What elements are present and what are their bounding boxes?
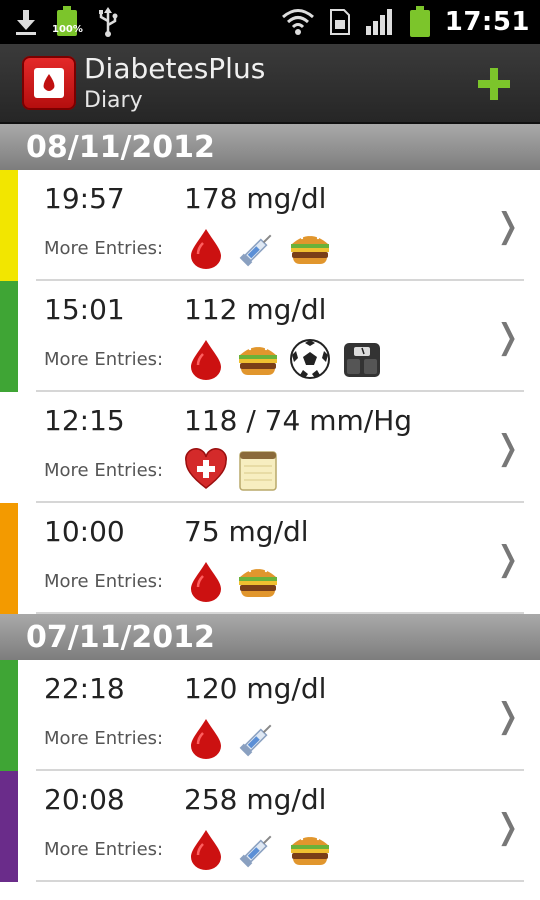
scale-icon xyxy=(340,337,384,381)
entry-value: 178 mg/dl xyxy=(184,182,327,215)
entry-type-icons xyxy=(184,448,280,492)
entry-time: 15:01 xyxy=(44,293,125,326)
syringe-icon xyxy=(236,827,280,871)
status-color-stripe xyxy=(0,170,18,281)
clock: 17:51 xyxy=(444,7,530,37)
more-entries-label: More Entries: xyxy=(44,571,164,592)
soccer-ball-icon xyxy=(288,337,332,381)
usb-icon xyxy=(99,7,118,37)
blood-drop-icon xyxy=(184,226,228,270)
more-entries-label: More Entries: xyxy=(44,839,164,860)
blood-drop-icon xyxy=(184,716,228,760)
diary-list[interactable]: 08/11/2012 19:57 178 mg/dl More Entries: ❭ 15… xyxy=(0,124,540,882)
chevron-right-icon[interactable]: ❭ xyxy=(494,206,523,246)
entry-type-icons xyxy=(184,226,332,270)
status-color-stripe xyxy=(0,660,18,771)
sim-icon xyxy=(329,9,350,35)
more-entries-label: More Entries: xyxy=(44,238,164,259)
diary-entry-row[interactable]: 12:15 118 / 74 mm/Hg More Entries: ❭ xyxy=(0,392,540,503)
burger-icon xyxy=(236,559,280,603)
syringe-icon xyxy=(236,226,280,270)
burger-icon xyxy=(236,337,280,381)
action-bar: DiabetesPlus Diary xyxy=(0,44,540,124)
diary-entry-row[interactable]: 15:01 112 mg/dl More Entries: ❭ xyxy=(0,281,540,392)
burger-icon xyxy=(288,226,332,270)
entry-time: 22:18 xyxy=(44,672,125,705)
chevron-right-icon[interactable]: ❭ xyxy=(494,807,523,847)
download-icon xyxy=(16,10,36,35)
heart-icon xyxy=(184,448,228,492)
chevron-right-icon[interactable]: ❭ xyxy=(494,539,523,579)
chevron-right-icon[interactable]: ❭ xyxy=(494,428,523,468)
entry-value: 120 mg/dl xyxy=(184,672,327,705)
status-color-stripe xyxy=(0,771,18,882)
entry-time: 20:08 xyxy=(44,783,125,816)
status-color-stripe xyxy=(0,503,18,614)
syringe-icon xyxy=(236,716,280,760)
more-entries-label: More Entries: xyxy=(44,349,164,370)
entry-time: 19:57 xyxy=(44,182,125,215)
plus-icon[interactable] xyxy=(476,66,512,102)
battery-icon: 100% xyxy=(52,6,83,38)
diary-entry-row[interactable]: 19:57 178 mg/dl More Entries: ❭ xyxy=(0,170,540,281)
entry-type-icons xyxy=(184,337,384,381)
status-bar: 100% 17:51 xyxy=(0,0,540,44)
entry-type-icons xyxy=(184,559,280,603)
diary-entry-row[interactable]: 22:18 120 mg/dl More Entries: ❭ xyxy=(0,660,540,771)
entry-value: 112 mg/dl xyxy=(184,293,327,326)
app-title: DiabetesPlus xyxy=(84,52,266,85)
status-color-stripe xyxy=(0,392,18,503)
more-entries-label: More Entries: xyxy=(44,460,164,481)
date-header: 08/11/2012 xyxy=(0,124,540,170)
burger-icon xyxy=(288,827,332,871)
more-entries-label: More Entries: xyxy=(44,728,164,749)
notepad-icon xyxy=(236,448,280,492)
entry-value: 75 mg/dl xyxy=(184,515,309,548)
blood-drop-icon xyxy=(184,827,228,871)
row-divider xyxy=(36,612,524,614)
date-header: 07/11/2012 xyxy=(0,614,540,660)
diary-entry-row[interactable]: 20:08 258 mg/dl More Entries: ❭ xyxy=(0,771,540,882)
blood-drop-icon xyxy=(184,559,228,603)
chevron-right-icon[interactable]: ❭ xyxy=(494,696,523,736)
entry-type-icons xyxy=(184,716,280,760)
battery-label: 100% xyxy=(52,24,83,35)
blood-drop-icon xyxy=(184,337,228,381)
entry-time: 12:15 xyxy=(44,404,125,437)
diary-entry-row[interactable]: 10:00 75 mg/dl More Entries: ❭ xyxy=(0,503,540,614)
chevron-right-icon[interactable]: ❭ xyxy=(494,317,523,357)
battery-icon xyxy=(409,6,430,37)
wifi-icon xyxy=(281,9,314,35)
entry-type-icons xyxy=(184,827,332,871)
screen-subtitle: Diary xyxy=(84,88,143,113)
signal-icon xyxy=(365,9,392,35)
entry-value: 258 mg/dl xyxy=(184,783,327,816)
status-color-stripe xyxy=(0,281,18,392)
entry-value: 118 / 74 mm/Hg xyxy=(184,404,413,437)
entry-time: 10:00 xyxy=(44,515,125,548)
row-divider xyxy=(36,880,524,882)
app-logo-icon[interactable] xyxy=(22,56,76,110)
